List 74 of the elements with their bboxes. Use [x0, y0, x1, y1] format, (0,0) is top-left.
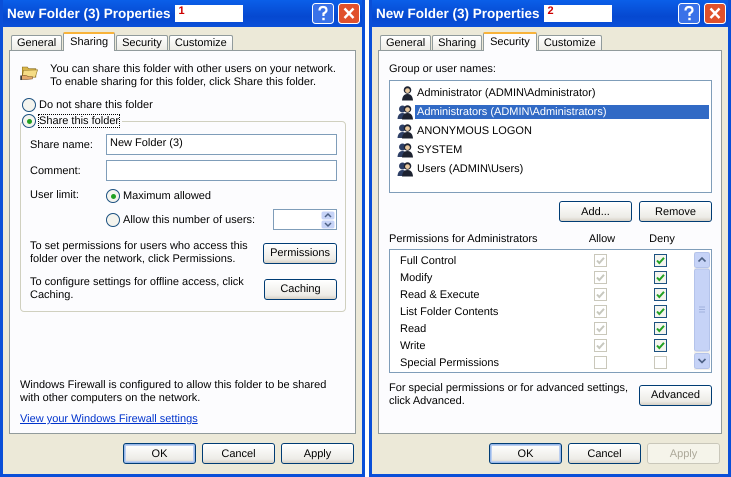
firewall-settings-link[interactable]: View your Windows Firewall settings	[20, 413, 198, 425]
permission-name: Special Permissions	[400, 356, 500, 368]
close-icon[interactable]	[704, 3, 726, 24]
list-action-button[interactable]: Add...	[559, 201, 632, 222]
list-label: Permissions for Administrators	[389, 233, 539, 245]
window-title: New Folder (3) Properties	[376, 6, 540, 21]
close-icon[interactable]	[338, 3, 360, 24]
tab[interactable]: Customize	[168, 35, 233, 50]
radio-button[interactable]	[106, 189, 120, 203]
tab[interactable]: General	[11, 35, 62, 50]
users-icon	[397, 122, 414, 138]
dialog-button[interactable]: OK	[489, 443, 562, 464]
tab[interactable]: Security	[116, 35, 168, 50]
dialog-button[interactable]: Cancel	[568, 443, 641, 464]
checkbox[interactable]	[654, 271, 666, 284]
permission-name: Modify	[400, 272, 434, 284]
tab[interactable]: Security	[483, 32, 537, 51]
users-icon	[397, 142, 414, 158]
list-label: Group or user names:	[389, 63, 497, 75]
permission-name: Read & Execute	[400, 288, 480, 300]
number-label: 2	[544, 5, 612, 22]
permission-name: List Folder Contents	[400, 306, 500, 318]
share-name-field[interactable]: New Folder (3)	[106, 134, 337, 155]
list-item[interactable]: Administrator (ADMIN\Administrator)	[415, 86, 598, 100]
radio-button[interactable]	[22, 98, 36, 112]
dialog-button[interactable]: Cancel	[202, 443, 275, 464]
radio-button[interactable]	[22, 114, 36, 128]
comment-field[interactable]	[106, 160, 337, 181]
spin-arrows-icon[interactable]	[321, 210, 335, 228]
scrollbar[interactable]	[694, 252, 710, 370]
field-label: User limit:	[30, 189, 80, 201]
checkbox[interactable]	[654, 288, 666, 301]
number-label: 1	[174, 5, 243, 22]
intro-text: You can share this folder with other users on your network. To enable sharing for this folder, click Share this folder.	[50, 62, 337, 89]
firewall-note: Windows Firewall is configured to allow this folder to be shared with other computers on the network.	[20, 379, 328, 405]
caching-button[interactable]: Caching	[264, 278, 337, 300]
list-item[interactable]: SYSTEM	[415, 142, 464, 156]
tab[interactable]: Customize	[538, 35, 602, 50]
users-icon	[397, 160, 414, 176]
dialog-button[interactable]: Apply	[281, 443, 354, 464]
users-icon	[397, 104, 414, 120]
advanced-button[interactable]: Advanced	[639, 384, 712, 406]
field-label: Comment:	[30, 164, 82, 176]
tab[interactable]: General	[380, 35, 432, 50]
number-field[interactable]	[273, 209, 337, 230]
help-icon[interactable]	[678, 3, 700, 24]
advanced-hint: For special permissions or for advanced settings, click Advanced.	[389, 382, 629, 408]
list-item[interactable]: ANONYMOUS LOGON	[415, 124, 534, 138]
list-action-button[interactable]: Remove	[639, 201, 712, 222]
tab[interactable]: Sharing	[432, 35, 482, 50]
caching-hint: To configure settings for offline access, click Caching.	[30, 276, 245, 302]
help-icon[interactable]	[312, 3, 334, 24]
list-item[interactable]: Administrators (ADMIN\Administrators)	[415, 104, 709, 118]
radio-label: Allow this number of users:	[123, 214, 256, 226]
field-label: Share name:	[30, 138, 94, 150]
radio-label: Share this folder	[39, 115, 120, 127]
checkbox[interactable]	[654, 322, 666, 335]
permissions-hint: To set permissions for users who access this folder over the network, click Permissions.	[30, 240, 249, 266]
radio-label: Maximum allowed	[123, 190, 212, 202]
permission-name: Full Control	[400, 254, 458, 266]
window-title: New Folder (3) Properties	[7, 6, 171, 21]
tab[interactable]: Sharing	[63, 32, 116, 51]
permission-name: Write	[400, 340, 426, 352]
checkbox[interactable]	[654, 305, 666, 318]
checkbox[interactable]	[654, 339, 666, 352]
column-header: Deny	[648, 233, 676, 245]
checkbox[interactable]	[654, 254, 666, 267]
list-item[interactable]: Users (ADMIN\Users)	[415, 162, 526, 176]
column-header: Allow	[588, 233, 616, 245]
permission-name: Read	[400, 322, 428, 334]
permissions-button[interactable]: Permissions	[263, 242, 337, 264]
radio-button[interactable]	[106, 212, 120, 226]
radio-label: Do not share this folder	[39, 99, 153, 111]
dialog-button[interactable]: OK	[123, 443, 196, 464]
